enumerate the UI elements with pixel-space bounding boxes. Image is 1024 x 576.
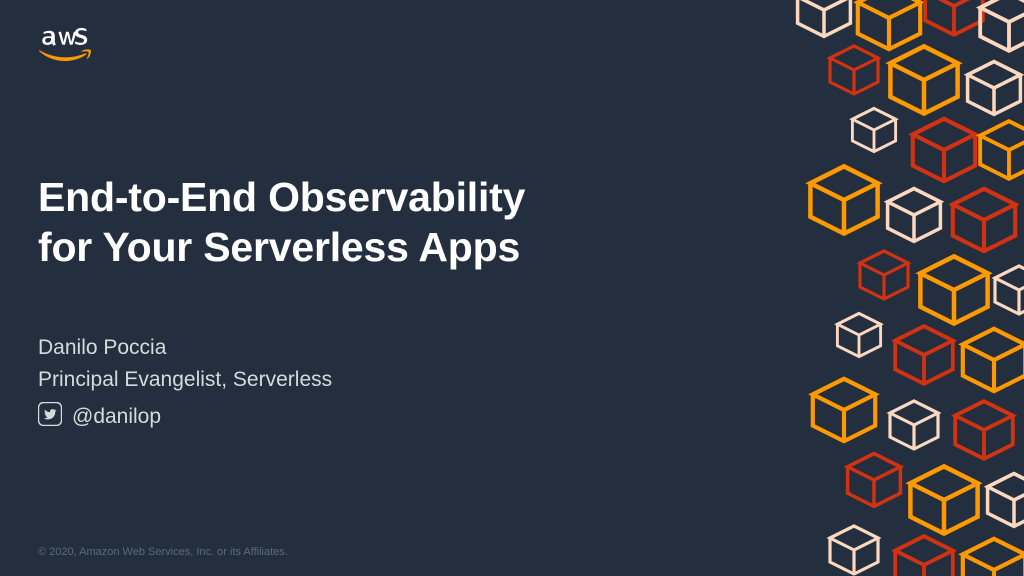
twitter-handle: @danilop [72, 405, 161, 429]
speaker-name: Danilo Poccia [38, 336, 332, 360]
slide: End-to-End Observability for Your Server… [0, 0, 1024, 576]
speaker-role: Principal Evangelist, Serverless [38, 368, 332, 392]
decorative-cubes [604, 0, 1024, 576]
twitter-icon [38, 402, 62, 431]
title-line-2: for Your Serverless Apps [38, 222, 525, 272]
title-line-1: End-to-End Observability [38, 172, 525, 222]
aws-logo [38, 24, 116, 77]
speaker-block: Danilo Poccia Principal Evangelist, Serv… [38, 336, 332, 431]
presentation-title: End-to-End Observability for Your Server… [38, 172, 525, 272]
copyright-footer: © 2020, Amazon Web Services, Inc. or its… [38, 546, 288, 558]
twitter-row: @danilop [38, 402, 332, 431]
